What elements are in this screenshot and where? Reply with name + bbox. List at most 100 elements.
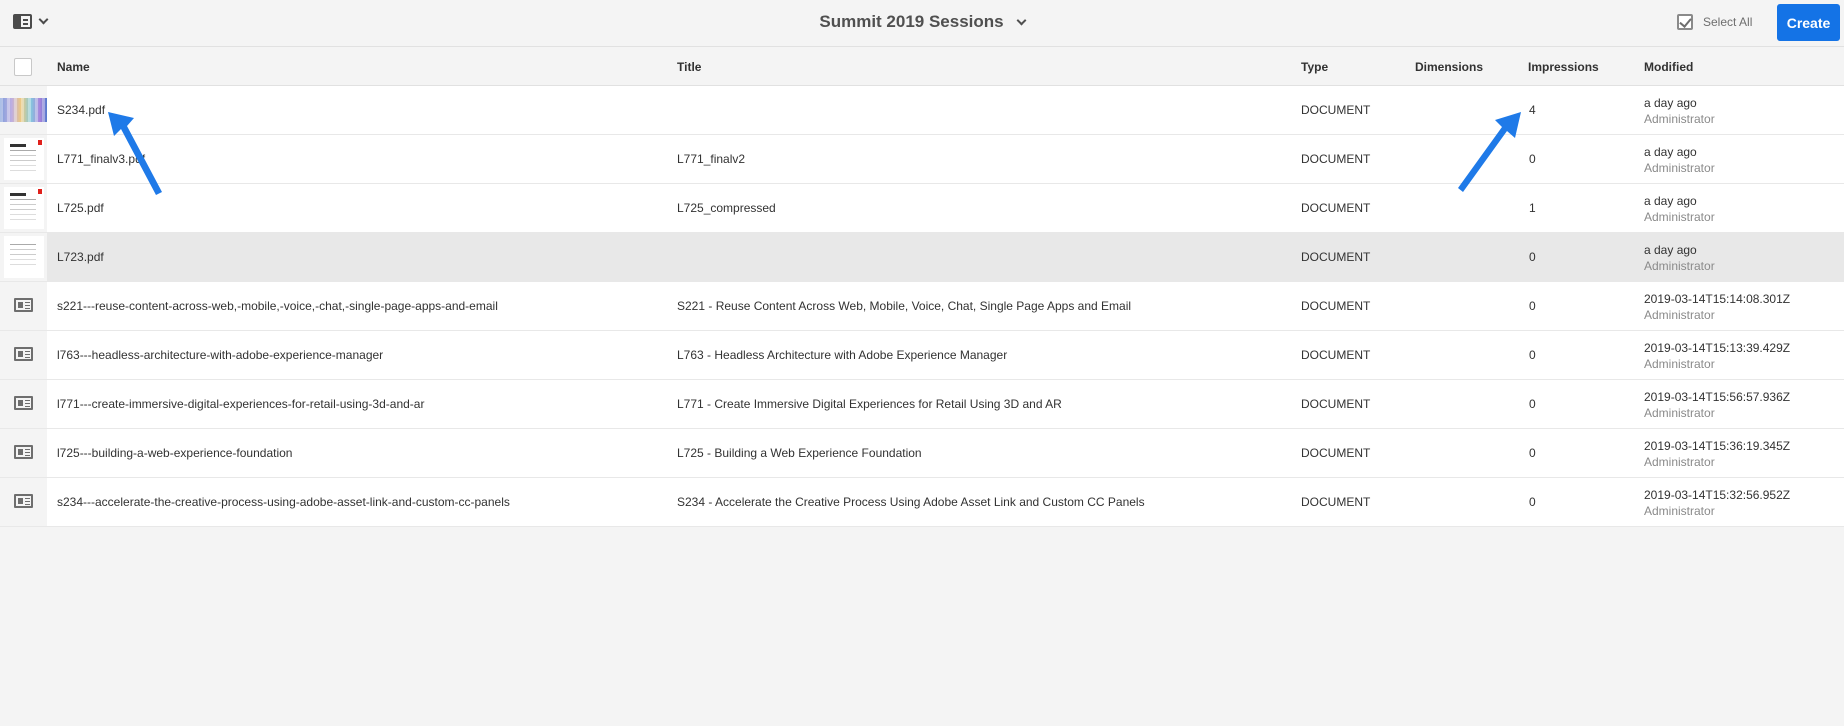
row-modified: a day ago Administrator	[1644, 144, 1715, 176]
column-header-title[interactable]: Title	[677, 60, 701, 74]
pdf-thumbnail-image	[0, 98, 47, 122]
row-impressions: 0	[1529, 348, 1536, 362]
row-impressions: 0	[1529, 152, 1536, 166]
row-impressions: 1	[1529, 201, 1536, 215]
content-fragment-icon	[14, 298, 33, 312]
row-modified-date: a day ago	[1644, 243, 1697, 257]
row-type: DOCUMENT	[1301, 397, 1371, 411]
chevron-down-icon	[1016, 15, 1027, 25]
asset-list: S234.pdf DOCUMENT 4 a day ago Administra…	[0, 86, 1844, 527]
table-row[interactable]: l763---headless-architecture-with-adobe-…	[0, 331, 1844, 380]
row-type: DOCUMENT	[1301, 103, 1371, 117]
row-name: L725.pdf	[57, 201, 104, 215]
row-modified: 2019-03-14T15:32:56.952Z Administrator	[1644, 487, 1790, 519]
row-thumbnail[interactable]	[0, 478, 47, 526]
row-name: l725---building-a-web-experience-foundat…	[57, 446, 293, 460]
row-modified-by: Administrator	[1644, 161, 1715, 175]
column-header-type[interactable]: Type	[1301, 60, 1328, 74]
row-impressions: 0	[1529, 397, 1536, 411]
row-modified: 2019-03-14T15:56:57.936Z Administrator	[1644, 389, 1790, 421]
row-modified: 2019-03-14T15:14:08.301Z Administrator	[1644, 291, 1790, 323]
row-modified-date: 2019-03-14T15:32:56.952Z	[1644, 488, 1791, 502]
row-thumbnail[interactable]	[0, 86, 47, 134]
row-name: l763---headless-architecture-with-adobe-…	[57, 348, 384, 362]
table-row[interactable]: l771---create-immersive-digital-experien…	[0, 380, 1844, 429]
row-title: L763 - Headless Architecture with Adobe …	[677, 348, 1008, 362]
row-modified: a day ago Administrator	[1644, 193, 1715, 225]
row-type: DOCUMENT	[1301, 495, 1371, 509]
row-modified: a day ago Administrator	[1644, 242, 1715, 274]
select-all-label: Select All	[1703, 15, 1753, 29]
row-modified-by: Administrator	[1644, 259, 1715, 273]
row-title: S234 - Accelerate the Creative Process U…	[677, 495, 1145, 509]
row-title: L725_compressed	[677, 201, 776, 215]
column-header-name[interactable]: Name	[57, 60, 90, 74]
row-title: S221 - Reuse Content Across Web, Mobile,…	[677, 299, 1132, 313]
row-modified-date: 2019-03-14T15:13:39.429Z	[1644, 341, 1791, 355]
table-row[interactable]: s234---accelerate-the-creative-process-u…	[0, 478, 1844, 527]
row-name: S234.pdf	[57, 103, 106, 117]
row-modified-by: Administrator	[1644, 504, 1715, 518]
select-all-rows-checkbox[interactable]	[14, 58, 32, 76]
row-modified-by: Administrator	[1644, 112, 1715, 126]
row-modified: a day ago Administrator	[1644, 95, 1715, 127]
table-header: Name Title Type Dimensions Impressions M…	[0, 47, 1844, 86]
row-modified-by: Administrator	[1644, 455, 1715, 469]
sidebar-icon	[13, 14, 32, 29]
row-impressions: 0	[1529, 446, 1536, 460]
top-toolbar: Summit 2019 Sessions Select All Create	[0, 0, 1844, 47]
content-fragment-icon	[14, 396, 33, 410]
pdf-thumbnail-image	[4, 187, 44, 229]
column-header-modified[interactable]: Modified	[1644, 60, 1693, 74]
row-thumbnail[interactable]	[0, 429, 47, 477]
row-name: L723.pdf	[57, 250, 104, 264]
row-type: DOCUMENT	[1301, 201, 1371, 215]
table-row[interactable]: s221---reuse-content-across-web,-mobile,…	[0, 282, 1844, 331]
row-thumbnail[interactable]	[0, 282, 47, 330]
pdf-thumbnail-image	[4, 236, 44, 278]
row-modified: 2019-03-14T15:36:19.345Z Administrator	[1644, 438, 1790, 470]
collection-title: Summit 2019 Sessions	[819, 12, 1004, 31]
table-row[interactable]: L725.pdf L725_compressed DOCUMENT 1 a da…	[0, 184, 1844, 233]
rail-toggle-button[interactable]	[13, 14, 49, 29]
row-type: DOCUMENT	[1301, 152, 1371, 166]
row-modified-date: 2019-03-14T15:36:19.345Z	[1644, 439, 1791, 453]
row-title: L725 - Building a Web Experience Foundat…	[677, 446, 922, 460]
chevron-down-icon	[38, 14, 49, 25]
row-name: l771---create-immersive-digital-experien…	[57, 397, 425, 411]
row-impressions: 4	[1529, 103, 1536, 117]
row-thumbnail[interactable]	[0, 135, 47, 183]
table-row[interactable]: L771_finalv3.pdf L771_finalv2 DOCUMENT 0…	[0, 135, 1844, 184]
column-header-dimensions[interactable]: Dimensions	[1415, 60, 1483, 74]
row-modified-date: 2019-03-14T15:56:57.936Z	[1644, 390, 1791, 404]
row-impressions: 0	[1529, 250, 1536, 264]
row-title: L771 - Create Immersive Digital Experien…	[677, 397, 1062, 411]
row-thumbnail[interactable]	[0, 331, 47, 379]
row-type: DOCUMENT	[1301, 348, 1371, 362]
table-row[interactable]: l725---building-a-web-experience-foundat…	[0, 429, 1844, 478]
row-impressions: 0	[1529, 495, 1536, 509]
row-modified-date: a day ago	[1644, 96, 1697, 110]
create-button[interactable]: Create	[1777, 4, 1840, 41]
row-thumbnail[interactable]	[0, 233, 47, 281]
row-modified-date: 2019-03-14T15:14:08.301Z	[1644, 292, 1791, 306]
row-impressions: 0	[1529, 299, 1536, 313]
row-modified-by: Administrator	[1644, 210, 1715, 224]
content-fragment-icon	[14, 347, 33, 361]
pdf-thumbnail-image	[4, 138, 44, 180]
row-name: s221---reuse-content-across-web,-mobile,…	[57, 299, 498, 313]
select-all-button[interactable]: Select All	[1677, 14, 1752, 30]
row-modified-by: Administrator	[1644, 406, 1715, 420]
content-fragment-icon	[14, 445, 33, 459]
row-name: L771_finalv3.pdf	[57, 152, 146, 166]
row-modified-date: a day ago	[1644, 194, 1697, 208]
column-header-impressions[interactable]: Impressions	[1528, 60, 1599, 74]
row-type: DOCUMENT	[1301, 250, 1371, 264]
table-row[interactable]: L723.pdf DOCUMENT 0 a day ago Administra…	[0, 233, 1844, 282]
collection-title-dropdown[interactable]: Summit 2019 Sessions	[819, 12, 1027, 32]
row-thumbnail[interactable]	[0, 184, 47, 232]
row-modified-by: Administrator	[1644, 308, 1715, 322]
table-row[interactable]: S234.pdf DOCUMENT 4 a day ago Administra…	[0, 86, 1844, 135]
row-modified-by: Administrator	[1644, 357, 1715, 371]
row-thumbnail[interactable]	[0, 380, 47, 428]
